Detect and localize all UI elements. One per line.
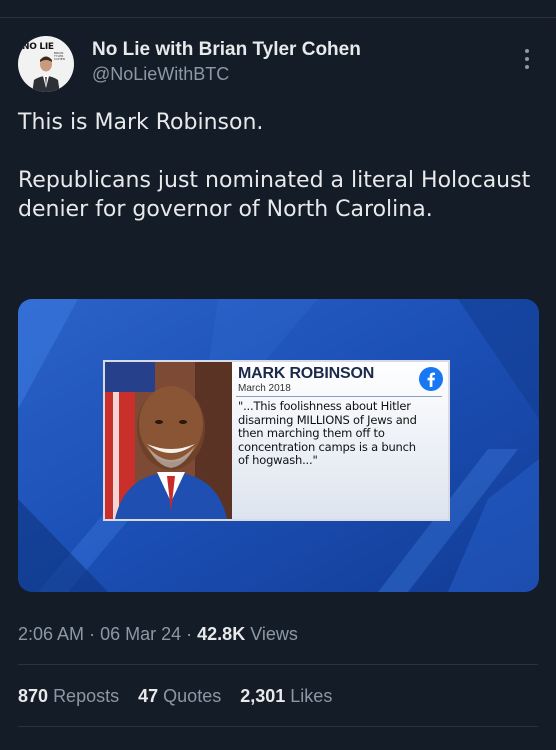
meta-separator-1: · (89, 624, 96, 644)
quotes-count: 47 (138, 686, 159, 706)
views-label: Views (250, 624, 298, 644)
quote-card-date: March 2018 (238, 383, 291, 394)
stats-divider-top (18, 664, 538, 665)
more-options-icon[interactable] (519, 47, 535, 71)
top-divider (0, 17, 556, 18)
reposts-label: Reposts (53, 686, 120, 706)
reposts-stat[interactable]: 870 Reposts (18, 686, 119, 706)
tweet-meta: 2:06 AM · 06 Mar 24 · 42.8K Views (18, 624, 298, 645)
author-display-name[interactable]: No Lie with Brian Tyler Cohen (92, 39, 361, 61)
author-handle[interactable]: @NoLieWithBTC (92, 64, 229, 85)
tweet-text: This is Mark Robinson. Republicans just … (18, 108, 538, 224)
meta-separator-2: · (186, 624, 193, 644)
views-count: 42.8K (197, 624, 246, 644)
stats-divider-bottom (18, 726, 538, 727)
likes-count: 2,301 (240, 686, 286, 706)
tweet-text-line-1: This is Mark Robinson. (18, 110, 264, 135)
likes-stat[interactable]: 2,301 Likes (240, 686, 332, 706)
avatar[interactable]: NO LIE BRIAN TYLER COHEN (18, 36, 74, 92)
tweet-time[interactable]: 2:06 AM (18, 624, 84, 644)
portrait-photo (105, 362, 232, 519)
facebook-icon (419, 367, 443, 391)
quote-card-info: MARK ROBINSON March 2018 "...This foolis… (232, 362, 448, 519)
tweet-media-image[interactable]: MARK ROBINSON March 2018 "...This foolis… (18, 299, 539, 592)
tweet-text-line-2: Republicans just nominated a literal Hol… (18, 168, 531, 222)
tweet-date[interactable]: 06 Mar 24 (100, 624, 181, 644)
quotes-label: Quotes (163, 686, 222, 706)
avatar-person-icon (32, 56, 60, 92)
reposts-count: 870 (18, 686, 49, 706)
quote-card-name: MARK ROBINSON (238, 365, 375, 382)
quote-card-divider (236, 396, 442, 397)
quote-card: MARK ROBINSON March 2018 "...This foolis… (103, 360, 450, 521)
likes-label: Likes (290, 686, 333, 706)
avatar-logo-text: NO LIE (22, 42, 54, 52)
quotes-stat[interactable]: 47 Quotes (138, 686, 221, 706)
quote-card-quote: "...This foolishness about Hitler disarm… (238, 399, 417, 467)
engagement-stats: 870 Reposts 47 Quotes 2,301 Likes (18, 686, 346, 707)
